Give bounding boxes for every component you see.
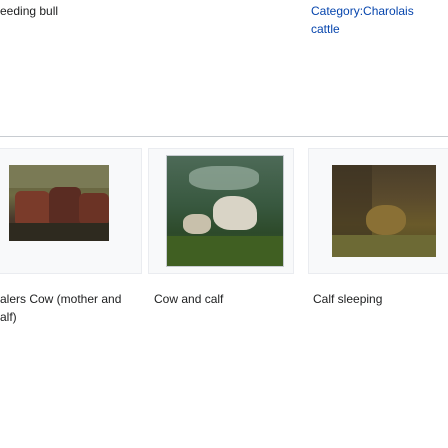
gallery-page: eeding bull Category:Charolais cattle al… — [0, 0, 448, 448]
thumbnail-ground — [9, 223, 109, 241]
thumbnail-grass — [167, 236, 283, 266]
cow-shape — [15, 191, 51, 225]
gallery-item-box — [148, 148, 294, 274]
gallery-item-box — [0, 148, 142, 274]
thumbnail-sky — [9, 165, 109, 188]
calf-shape — [183, 214, 211, 234]
separator-line — [0, 136, 448, 137]
calf-sleeping-thumbnail[interactable] — [332, 165, 436, 257]
cow-shape — [49, 187, 81, 225]
gallery-caption: alers Cow (mother and alf) — [0, 290, 140, 326]
gallery-caption: Calf sleeping — [313, 290, 443, 308]
thumbnail-ground — [332, 235, 436, 257]
gallery-caption: Cow and calf — [154, 290, 294, 308]
gallery-item-box — [308, 148, 448, 274]
caption-text: eeding bull — [0, 4, 59, 18]
category-link-charolais-cattle[interactable]: Category:Charolais cattle — [311, 2, 441, 38]
cattle-herd-thumbnail[interactable] — [9, 165, 109, 241]
cow-shape — [213, 196, 257, 230]
category-link-line2[interactable]: cattle — [311, 22, 340, 36]
cow-and-calf-thumbnail[interactable] — [166, 155, 284, 267]
caption-line1: alers Cow (mother and — [0, 292, 122, 306]
caption-line2: alf) — [0, 310, 17, 324]
cow-shape — [79, 193, 109, 225]
gallery-caption-feeding-bull: eeding bull — [0, 2, 58, 20]
thumbnail-light — [189, 166, 259, 190]
calf-shape — [366, 205, 406, 235]
caption-line1: Calf sleeping — [313, 292, 383, 306]
caption-line1: Cow and calf — [154, 292, 224, 306]
category-link-line1[interactable]: Category:Charolais — [311, 4, 414, 18]
